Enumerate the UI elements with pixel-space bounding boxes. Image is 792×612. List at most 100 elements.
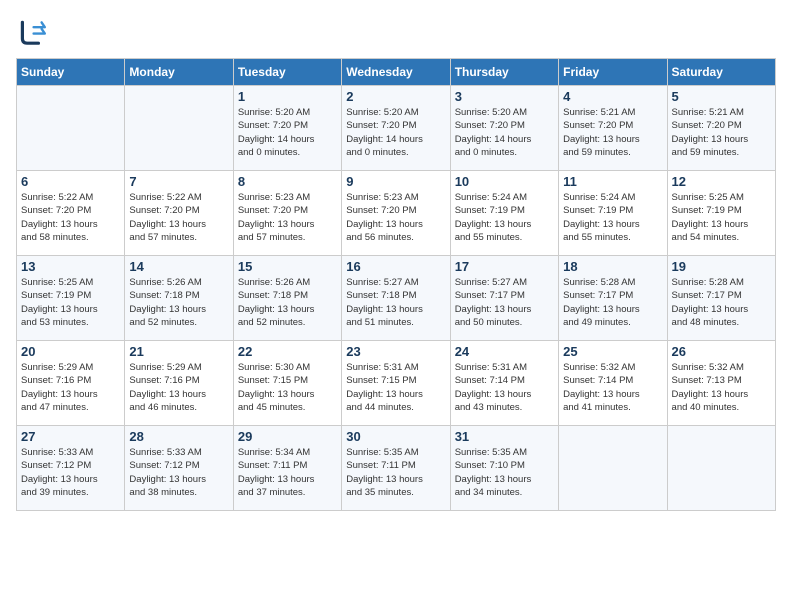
calendar-cell (125, 86, 233, 171)
calendar-cell: 24 Sunrise: 5:31 AMSunset: 7:14 PMDayligh… (450, 341, 558, 426)
day-info: Sunrise: 5:21 AMSunset: 7:20 PMDaylight:… (563, 106, 662, 159)
calendar-cell: 25 Sunrise: 5:32 AMSunset: 7:14 PMDayligh… (559, 341, 667, 426)
day-number: 28 (129, 429, 228, 444)
calendar-cell: 13 Sunrise: 5:25 AMSunset: 7:19 PMDayligh… (17, 256, 125, 341)
day-number: 4 (563, 89, 662, 104)
day-info: Sunrise: 5:27 AMSunset: 7:18 PMDaylight:… (346, 276, 445, 329)
day-number: 11 (563, 174, 662, 189)
week-row-2: 6 Sunrise: 5:22 AMSunset: 7:20 PMDaylight… (17, 171, 776, 256)
day-number: 25 (563, 344, 662, 359)
calendar-cell: 1 Sunrise: 5:20 AMSunset: 7:20 PMDaylight… (233, 86, 341, 171)
calendar-cell: 14 Sunrise: 5:26 AMSunset: 7:18 PMDayligh… (125, 256, 233, 341)
day-info: Sunrise: 5:22 AMSunset: 7:20 PMDaylight:… (21, 191, 120, 244)
calendar-cell: 30 Sunrise: 5:35 AMSunset: 7:11 PMDayligh… (342, 426, 450, 511)
day-info: Sunrise: 5:24 AMSunset: 7:19 PMDaylight:… (563, 191, 662, 244)
day-info: Sunrise: 5:25 AMSunset: 7:19 PMDaylight:… (21, 276, 120, 329)
day-info: Sunrise: 5:22 AMSunset: 7:20 PMDaylight:… (129, 191, 228, 244)
day-number: 17 (455, 259, 554, 274)
day-info: Sunrise: 5:32 AMSunset: 7:14 PMDaylight:… (563, 361, 662, 414)
day-number: 7 (129, 174, 228, 189)
calendar-cell: 2 Sunrise: 5:20 AMSunset: 7:20 PMDaylight… (342, 86, 450, 171)
calendar-cell: 11 Sunrise: 5:24 AMSunset: 7:19 PMDayligh… (559, 171, 667, 256)
day-info: Sunrise: 5:23 AMSunset: 7:20 PMDaylight:… (346, 191, 445, 244)
day-info: Sunrise: 5:35 AMSunset: 7:10 PMDaylight:… (455, 446, 554, 499)
header-row: SundayMondayTuesdayWednesdayThursdayFrid… (17, 59, 776, 86)
calendar-cell: 8 Sunrise: 5:23 AMSunset: 7:20 PMDaylight… (233, 171, 341, 256)
week-row-4: 20Sunrise: 5:29 AMSunset: 7:16 PMDayligh… (17, 341, 776, 426)
day-number: 23 (346, 344, 445, 359)
day-number: 8 (238, 174, 337, 189)
header-monday: Monday (125, 59, 233, 86)
calendar-cell: 21 Sunrise: 5:29 AMSunset: 7:16 PMDayligh… (125, 341, 233, 426)
day-info: Sunrise: 5:31 AMSunset: 7:14 PMDaylight:… (455, 361, 554, 414)
week-row-3: 13 Sunrise: 5:25 AMSunset: 7:19 PMDayligh… (17, 256, 776, 341)
day-info: Sunrise: 5:30 AMSunset: 7:15 PMDaylight:… (238, 361, 337, 414)
day-info: Sunrise: 5:21 AMSunset: 7:20 PMDaylight:… (672, 106, 771, 159)
day-number: 9 (346, 174, 445, 189)
day-info: Sunrise: 5:34 AMSunset: 7:11 PMDaylight:… (238, 446, 337, 499)
day-info: Sunrise: 5:20 AMSunset: 7:20 PMDaylight:… (455, 106, 554, 159)
calendar-cell: 31 Sunrise: 5:35 AMSunset: 7:10 PMDayligh… (450, 426, 558, 511)
day-number: 14 (129, 259, 228, 274)
calendar-cell: 15 Sunrise: 5:26 AMSunset: 7:18 PMDayligh… (233, 256, 341, 341)
week-row-5: 27 Sunrise: 5:33 AMSunset: 7:12 PMDayligh… (17, 426, 776, 511)
calendar-cell: 12 Sunrise: 5:25 AMSunset: 7:19 PMDayligh… (667, 171, 775, 256)
calendar-cell (667, 426, 775, 511)
day-info: Sunrise: 5:26 AMSunset: 7:18 PMDaylight:… (129, 276, 228, 329)
calendar-cell: 7 Sunrise: 5:22 AMSunset: 7:20 PMDaylight… (125, 171, 233, 256)
calendar-cell: 20Sunrise: 5:29 AMSunset: 7:16 PMDayligh… (17, 341, 125, 426)
day-info: Sunrise: 5:26 AMSunset: 7:18 PMDaylight:… (238, 276, 337, 329)
day-number: 26 (672, 344, 771, 359)
day-number: 1 (238, 89, 337, 104)
day-number: 3 (455, 89, 554, 104)
day-number: 12 (672, 174, 771, 189)
header-sunday: Sunday (17, 59, 125, 86)
header-wednesday: Wednesday (342, 59, 450, 86)
logo-icon (16, 16, 48, 48)
calendar-cell: 28 Sunrise: 5:33 AMSunset: 7:12 PMDayligh… (125, 426, 233, 511)
day-number: 10 (455, 174, 554, 189)
day-number: 30 (346, 429, 445, 444)
day-number: 13 (21, 259, 120, 274)
day-info: Sunrise: 5:31 AMSunset: 7:15 PMDaylight:… (346, 361, 445, 414)
calendar-cell: 26 Sunrise: 5:32 AMSunset: 7:13 PMDayligh… (667, 341, 775, 426)
logo (16, 16, 52, 48)
day-info: Sunrise: 5:20 AMSunset: 7:20 PMDaylight:… (238, 106, 337, 159)
day-number: 22 (238, 344, 337, 359)
day-info: Sunrise: 5:32 AMSunset: 7:13 PMDaylight:… (672, 361, 771, 414)
day-number: 6 (21, 174, 120, 189)
day-info: Sunrise: 5:27 AMSunset: 7:17 PMDaylight:… (455, 276, 554, 329)
day-number: 21 (129, 344, 228, 359)
day-number: 16 (346, 259, 445, 274)
day-info: Sunrise: 5:23 AMSunset: 7:20 PMDaylight:… (238, 191, 337, 244)
day-number: 18 (563, 259, 662, 274)
day-number: 24 (455, 344, 554, 359)
day-info: Sunrise: 5:29 AMSunset: 7:16 PMDaylight:… (129, 361, 228, 414)
day-number: 27 (21, 429, 120, 444)
calendar-cell: 18 Sunrise: 5:28 AMSunset: 7:17 PMDayligh… (559, 256, 667, 341)
day-info: Sunrise: 5:20 AMSunset: 7:20 PMDaylight:… (346, 106, 445, 159)
calendar-cell: 5 Sunrise: 5:21 AMSunset: 7:20 PMDaylight… (667, 86, 775, 171)
calendar-cell: 17 Sunrise: 5:27 AMSunset: 7:17 PMDayligh… (450, 256, 558, 341)
day-number: 2 (346, 89, 445, 104)
day-info: Sunrise: 5:33 AMSunset: 7:12 PMDaylight:… (129, 446, 228, 499)
day-info: Sunrise: 5:35 AMSunset: 7:11 PMDaylight:… (346, 446, 445, 499)
day-info: Sunrise: 5:33 AMSunset: 7:12 PMDaylight:… (21, 446, 120, 499)
calendar-cell: 27 Sunrise: 5:33 AMSunset: 7:12 PMDayligh… (17, 426, 125, 511)
day-info: Sunrise: 5:28 AMSunset: 7:17 PMDaylight:… (563, 276, 662, 329)
day-info: Sunrise: 5:25 AMSunset: 7:19 PMDaylight:… (672, 191, 771, 244)
day-info: Sunrise: 5:29 AMSunset: 7:16 PMDaylight:… (21, 361, 120, 414)
day-info: Sunrise: 5:28 AMSunset: 7:17 PMDaylight:… (672, 276, 771, 329)
day-number: 31 (455, 429, 554, 444)
calendar-cell: 29 Sunrise: 5:34 AMSunset: 7:11 PMDayligh… (233, 426, 341, 511)
header-saturday: Saturday (667, 59, 775, 86)
day-number: 29 (238, 429, 337, 444)
week-row-1: 1 Sunrise: 5:20 AMSunset: 7:20 PMDaylight… (17, 86, 776, 171)
day-number: 5 (672, 89, 771, 104)
calendar-cell: 22 Sunrise: 5:30 AMSunset: 7:15 PMDayligh… (233, 341, 341, 426)
calendar-cell (559, 426, 667, 511)
day-number: 15 (238, 259, 337, 274)
calendar-cell: 10Sunrise: 5:24 AMSunset: 7:19 PMDayligh… (450, 171, 558, 256)
calendar-cell: 23 Sunrise: 5:31 AMSunset: 7:15 PMDayligh… (342, 341, 450, 426)
header-friday: Friday (559, 59, 667, 86)
